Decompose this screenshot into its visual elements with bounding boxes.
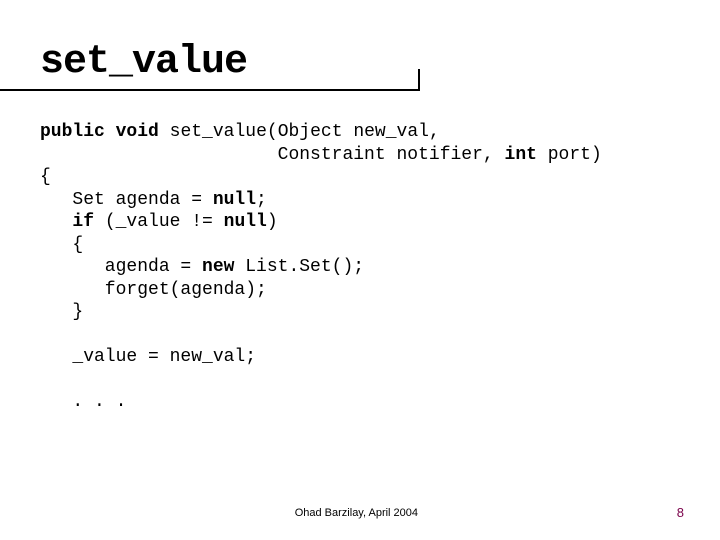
title-tick: [418, 69, 420, 91]
fn-name: set_value: [170, 122, 267, 142]
if-cond-post: ): [267, 212, 278, 232]
footer-author: Ohad Barzilay, April 2004: [36, 507, 677, 519]
footer: Ohad Barzilay, April 2004 8: [0, 505, 720, 520]
kw-int: int: [505, 145, 537, 165]
title-area: set_value: [40, 40, 680, 93]
page-number: 8: [677, 505, 684, 520]
kw-null2: null: [224, 212, 267, 232]
if-cond-pre: (_value !=: [94, 212, 224, 232]
semi1: ;: [256, 190, 267, 210]
inner-assign-pre: agenda =: [40, 257, 202, 277]
p1-name: new_val: [353, 122, 429, 142]
inner-assign-post: List.Set();: [234, 257, 364, 277]
slide: set_value public void set_value(Object n…: [0, 0, 720, 540]
if-pre: [40, 212, 72, 232]
kw-if: if: [72, 212, 94, 232]
kw-public: public: [40, 122, 105, 142]
kw-void: void: [116, 122, 159, 142]
inner-open: {: [40, 235, 83, 255]
kw-new: new: [202, 257, 234, 277]
forget-line: forget(agenda);: [40, 280, 267, 300]
p2-type: Constraint: [278, 145, 386, 165]
title-underline: [0, 89, 420, 91]
assign-line: _value = new_val;: [40, 347, 256, 367]
code-block: public void set_value(Object new_val, Co…: [40, 121, 680, 414]
inner-close: }: [40, 302, 83, 322]
kw-null1: null: [213, 190, 256, 210]
p1-type: Object: [278, 122, 343, 142]
brace-open: {: [40, 167, 51, 187]
ellipsis: . . .: [40, 392, 126, 412]
p3-name: port: [548, 145, 591, 165]
agenda-pre: Set agenda =: [40, 190, 213, 210]
slide-title: set_value: [40, 40, 680, 85]
p2-name: notifier: [396, 145, 482, 165]
